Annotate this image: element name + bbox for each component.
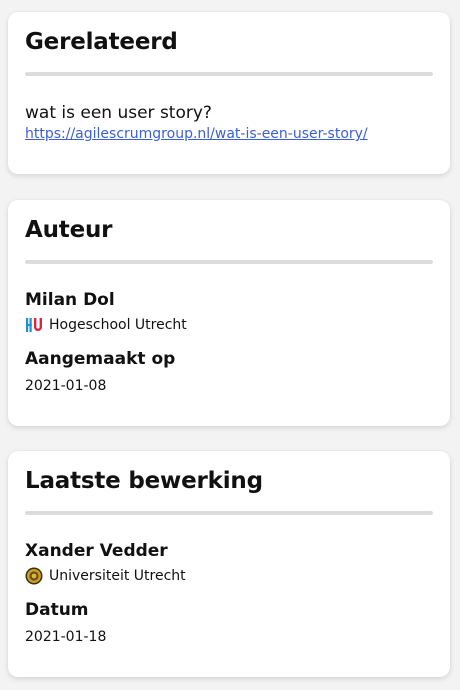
last-edit-card: Laatste bewerking Xander Vedder Universi…: [8, 451, 450, 677]
related-heading: Gerelateerd: [25, 29, 178, 55]
author-heading: Auteur: [25, 217, 113, 243]
hu-logo-icon: [26, 318, 42, 332]
editor-person: Xander Vedder Universiteit Utrecht Datum…: [25, 540, 433, 646]
related-card: Gerelateerd wat is een user story? https…: [8, 12, 450, 174]
author-org[interactable]: Hogeschool Utrecht: [25, 316, 433, 334]
author-person: Milan Dol Hogeschool Utrecht Aangemaakt …: [25, 289, 433, 395]
divider: [25, 72, 433, 76]
last-edit-heading: Laatste bewerking: [25, 468, 263, 494]
divider: [25, 511, 433, 515]
editor-org[interactable]: Universiteit Utrecht: [25, 567, 433, 585]
related-item-link[interactable]: https://agilescrumgroup.nl/wat-is-een-us…: [25, 125, 368, 143]
created-value: 2021-01-08: [25, 378, 107, 394]
date-label: Datum: [25, 600, 89, 620]
uu-seal-icon: [25, 567, 43, 585]
author-name[interactable]: Milan Dol: [25, 289, 433, 311]
editor-org-name: Universiteit Utrecht: [49, 568, 186, 584]
created-label: Aangemaakt op: [25, 349, 176, 369]
editor-name[interactable]: Xander Vedder: [25, 540, 433, 562]
related-item-title: wat is een user story?: [25, 103, 212, 123]
date-value: 2021-01-18: [25, 629, 107, 645]
author-org-name: Hogeschool Utrecht: [49, 317, 187, 333]
author-card: Auteur Milan Dol Hogeschool Utrecht Aang…: [8, 200, 450, 426]
related-item: wat is een user story? https://agilescru…: [25, 103, 433, 143]
divider: [25, 260, 433, 264]
